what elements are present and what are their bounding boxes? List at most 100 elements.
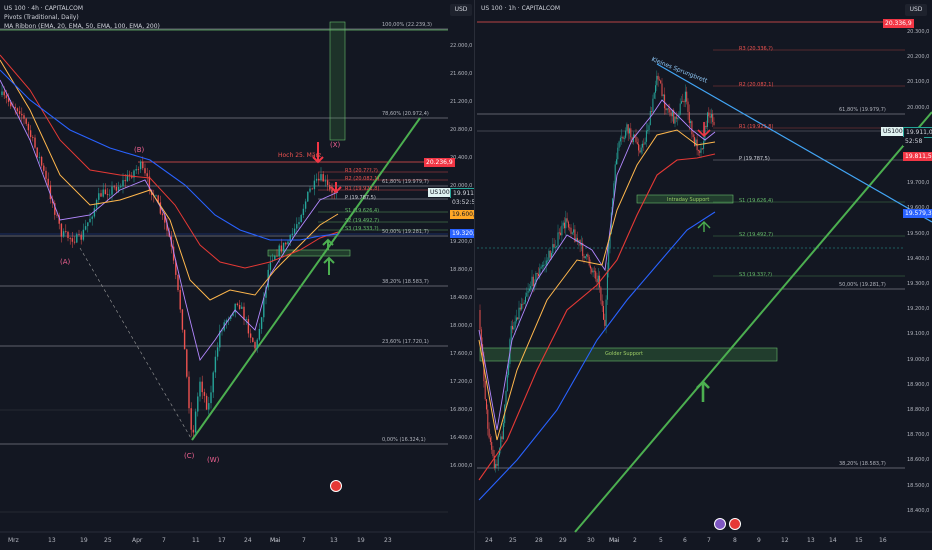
price-scale-label[interactable]: 18.900,0 bbox=[907, 382, 929, 388]
candle-body bbox=[523, 302, 525, 304]
date-axis-label[interactable]: Mai bbox=[270, 537, 281, 544]
price-scale-label[interactable]: 18.800,0 bbox=[907, 407, 929, 413]
pivot-label: S2 (19.492,7) bbox=[739, 232, 774, 238]
chart-pane-1h[interactable]: US 100 · 1h · CAPITALCOM USD 20.300,0 20.… bbox=[477, 0, 932, 550]
price-scale-label[interactable]: 19.200,0 bbox=[907, 306, 929, 312]
price-scale-label[interactable]: 16.000,0 bbox=[450, 463, 472, 469]
date-axis-label[interactable]: 14 bbox=[829, 537, 837, 544]
price-scale-label[interactable]: 18.600,0 bbox=[907, 457, 929, 463]
candle-body bbox=[313, 180, 316, 190]
price-scale-label[interactable]: 18.700,0 bbox=[907, 432, 929, 438]
date-axis-label[interactable]: 25 bbox=[509, 537, 517, 544]
date-axis-label[interactable]: 16 bbox=[879, 537, 887, 544]
candle-body bbox=[276, 255, 278, 257]
candle-body bbox=[554, 247, 556, 248]
price-scale-label[interactable]: 20.000,0 bbox=[907, 105, 929, 111]
price-scale-label[interactable]: 19.400,0 bbox=[907, 256, 929, 262]
date-axis-label[interactable]: 24 bbox=[244, 537, 252, 544]
date-axis-label[interactable]: 19 bbox=[357, 537, 365, 544]
ma-ribbon-indicator-label[interactable]: MA Ribbon (EMA, 20, EMA, 50, EMA, 100, E… bbox=[4, 22, 160, 31]
date-axis-label[interactable]: 23 bbox=[384, 537, 392, 544]
price-scale-label[interactable]: 18.400,0 bbox=[907, 508, 929, 514]
price-scale-label[interactable]: 16.800,0 bbox=[450, 407, 472, 413]
date-axis-label[interactable]: 7 bbox=[707, 537, 711, 544]
date-axis-label[interactable]: 5 bbox=[659, 537, 663, 544]
candle-body bbox=[488, 428, 490, 438]
price-scale-label[interactable]: 19.200,0 bbox=[450, 239, 472, 245]
date-axis-label[interactable]: 13 bbox=[330, 537, 338, 544]
candle-body bbox=[318, 178, 320, 181]
candle-body bbox=[604, 319, 606, 326]
currency-button[interactable]: USD bbox=[905, 4, 927, 16]
symbol-title[interactable]: US 100 · 4h · CAPITALCOM bbox=[4, 4, 160, 13]
candle-body bbox=[25, 118, 27, 124]
candle-body bbox=[552, 244, 554, 253]
price-scale-label[interactable]: 17.600,0 bbox=[450, 351, 472, 357]
date-axis-label[interactable]: 15 bbox=[855, 537, 863, 544]
candle-body bbox=[690, 121, 692, 124]
candle-body bbox=[666, 108, 668, 111]
price-scale-label[interactable]: 20.800,0 bbox=[450, 127, 472, 133]
price-scale-label[interactable]: 17.200,0 bbox=[450, 379, 472, 385]
candle-body bbox=[155, 195, 157, 197]
candle-body bbox=[606, 270, 608, 300]
date-axis-label[interactable]: 9 bbox=[757, 537, 761, 544]
candle-body bbox=[647, 130, 649, 131]
candle-body bbox=[117, 186, 120, 191]
pivots-indicator-label[interactable]: Pivots (Traditional, Daily) bbox=[4, 13, 160, 22]
price-scale-label[interactable]: 18.500,0 bbox=[907, 483, 929, 489]
candle-body bbox=[208, 403, 210, 410]
price-scale-label[interactable]: 20.100,0 bbox=[907, 79, 929, 85]
date-axis-label[interactable]: 13 bbox=[807, 537, 815, 544]
date-axis-label[interactable]: 6 bbox=[683, 537, 687, 544]
date-axis-label[interactable]: 13 bbox=[48, 537, 56, 544]
price-scale-label[interactable]: 22.000,0 bbox=[450, 43, 472, 49]
candle-body bbox=[497, 455, 499, 466]
price-scale-label[interactable]: 19.700,0 bbox=[907, 180, 929, 186]
candle-body bbox=[120, 186, 122, 188]
price-scale-label[interactable]: 20.200,0 bbox=[907, 54, 929, 60]
date-axis-label[interactable]: 8 bbox=[733, 537, 737, 544]
date-axis-label[interactable]: 28 bbox=[535, 537, 543, 544]
date-axis-label[interactable]: 24 bbox=[485, 537, 493, 544]
price-scale-label[interactable]: 18.400,0 bbox=[450, 295, 472, 301]
price-scale-label[interactable]: 19.500,0 bbox=[907, 231, 929, 237]
date-axis-label[interactable]: 2 bbox=[633, 537, 637, 544]
date-axis-label[interactable]: 7 bbox=[302, 537, 306, 544]
price-scale-label[interactable]: 19.300,0 bbox=[907, 281, 929, 287]
chart-pane-4h[interactable]: US 100 · 4h · CAPITALCOM Pivots (Traditi… bbox=[0, 0, 475, 550]
currency-button[interactable]: USD bbox=[450, 4, 472, 16]
date-axis-label[interactable]: 17 bbox=[218, 537, 226, 544]
price-scale-label[interactable]: 16.400,0 bbox=[450, 435, 472, 441]
chart-header-1h: US 100 · 1h · CAPITALCOM bbox=[481, 4, 560, 13]
date-axis-label[interactable]: Apr bbox=[132, 537, 142, 544]
date-axis-label[interactable]: 25 bbox=[104, 537, 112, 544]
date-axis-label[interactable]: 12 bbox=[781, 537, 789, 544]
date-axis-label[interactable]: 19 bbox=[80, 537, 88, 544]
date-axis-label[interactable]: 7 bbox=[162, 537, 166, 544]
date-axis-label[interactable]: 29 bbox=[559, 537, 567, 544]
lightning-event-icon[interactable] bbox=[714, 518, 726, 530]
date-axis-label[interactable]: Mai bbox=[609, 537, 620, 544]
date-axis-label[interactable]: 11 bbox=[192, 537, 200, 544]
date-axis-label[interactable]: 30 bbox=[587, 537, 595, 544]
price-scale-label[interactable]: 18.000,0 bbox=[450, 323, 472, 329]
symbol-title[interactable]: US 100 · 1h · CAPITALCOM bbox=[481, 4, 560, 13]
candle-body bbox=[642, 143, 643, 148]
candle-body bbox=[694, 137, 695, 146]
event-flag-icon[interactable] bbox=[729, 518, 741, 530]
event-flag-icon[interactable] bbox=[330, 480, 342, 492]
candle-body bbox=[139, 161, 142, 170]
price-scale-label[interactable]: 21.200,0 bbox=[450, 99, 472, 105]
price-scale-label[interactable]: 18.800,0 bbox=[450, 267, 472, 273]
candle-body bbox=[203, 392, 206, 396]
date-axis-label[interactable]: Mrz bbox=[8, 537, 19, 544]
price-scale-label[interactable]: 19.100,0 bbox=[907, 331, 929, 337]
candle-body bbox=[713, 121, 715, 125]
chart-canvas-4h[interactable] bbox=[0, 0, 474, 550]
candle-body bbox=[287, 241, 289, 245]
price-scale-label[interactable]: 19.000,0 bbox=[907, 357, 929, 363]
candle-body bbox=[601, 300, 603, 306]
price-scale-label[interactable]: 21.600,0 bbox=[450, 71, 472, 77]
price-scale-label[interactable]: 20.300,0 bbox=[907, 29, 929, 35]
